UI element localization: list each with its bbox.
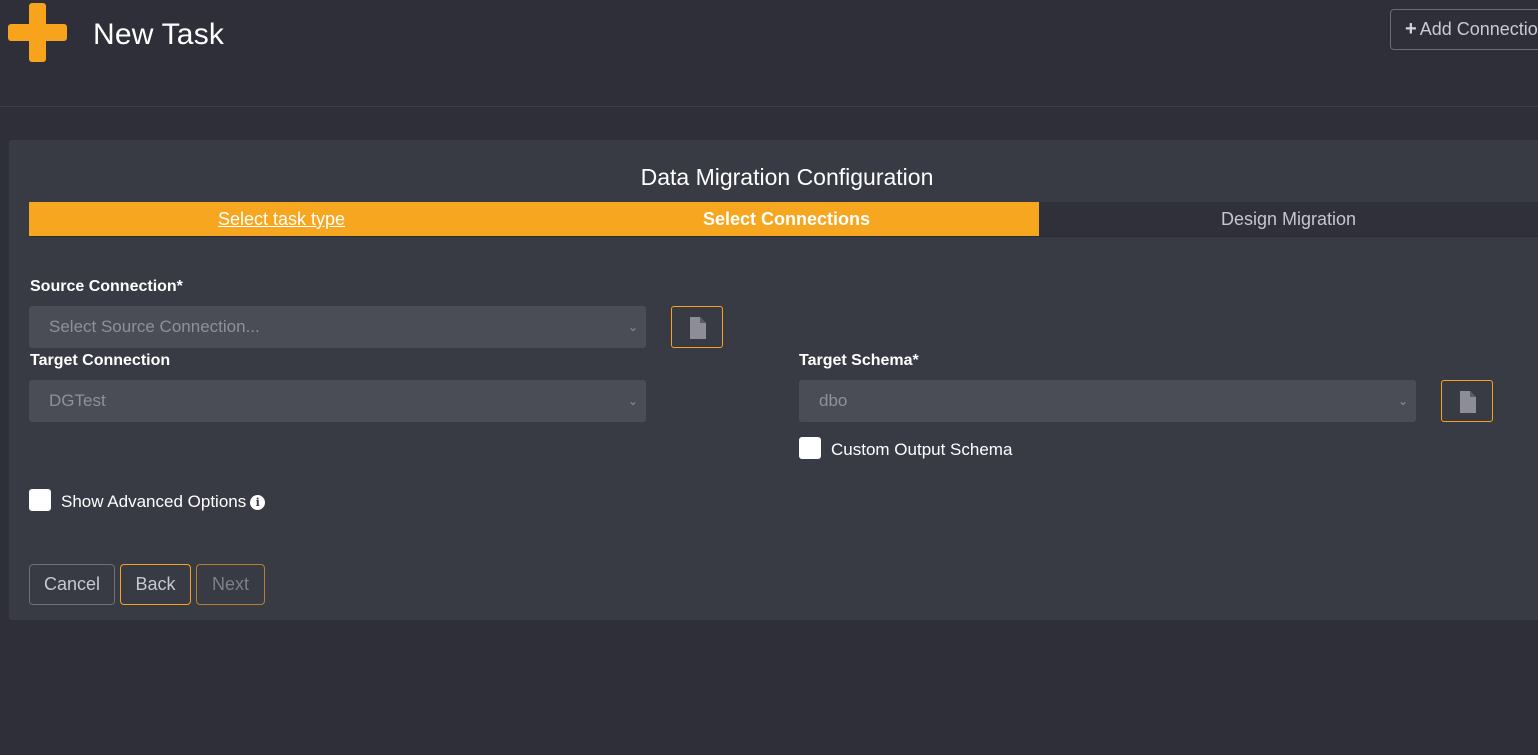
page-header: New Task + Add Connection (0, 0, 1538, 107)
chevron-down-icon: ⌄ (627, 394, 638, 408)
back-button[interactable]: Back (120, 564, 191, 605)
plus-icon: + (1405, 18, 1417, 40)
step-select-connections: Select Connections (534, 202, 1039, 237)
add-connection-button[interactable]: + Add Connection (1390, 9, 1538, 50)
target-schema-value: dbo (819, 391, 848, 410)
custom-output-schema-checkbox[interactable] (799, 437, 821, 459)
target-connection-value: DGTest (49, 391, 106, 410)
cancel-button[interactable]: Cancel (29, 564, 115, 605)
info-icon[interactable]: i (250, 495, 266, 510)
target-connection-select[interactable]: DGTest ⌄ (29, 380, 646, 422)
file-icon (1460, 391, 1476, 413)
page-title: New Task (93, 18, 225, 51)
file-icon (690, 317, 706, 339)
target-schema-file-button[interactable] (1441, 380, 1493, 422)
show-advanced-options-checkbox[interactable] (29, 489, 51, 511)
target-schema-select[interactable]: dbo ⌄ (799, 380, 1416, 422)
chevron-down-icon: ⌄ (1397, 394, 1408, 408)
step-select-task-type[interactable]: Select task type (29, 202, 534, 237)
source-file-button[interactable] (671, 306, 723, 348)
custom-output-schema-label: Custom Output Schema (831, 440, 1013, 459)
chevron-down-icon: ⌄ (627, 320, 638, 334)
target-connection-label: Target Connection (30, 352, 171, 369)
step-tabs: Select task type Select Connections Desi… (29, 202, 1538, 237)
add-connection-label: Add Connection (1419, 19, 1538, 39)
source-connection-label: Source Connection* (30, 278, 183, 295)
source-connection-placeholder: Select Source Connection... (49, 317, 260, 336)
step-design-migration: Design Migration (1039, 202, 1538, 237)
show-advanced-options-row: Show Advanced Options i (61, 492, 266, 512)
source-connection-select[interactable]: Select Source Connection... ⌄ (29, 306, 646, 348)
target-schema-label: Target Schema* (799, 352, 919, 369)
plus-logo-icon (8, 3, 67, 62)
migration-config-panel: Data Migration Configuration Select task… (9, 140, 1538, 620)
next-button[interactable]: Next (196, 564, 265, 605)
panel-title: Data Migration Configuration (640, 164, 934, 190)
show-advanced-options-label: Show Advanced Options (61, 492, 247, 511)
